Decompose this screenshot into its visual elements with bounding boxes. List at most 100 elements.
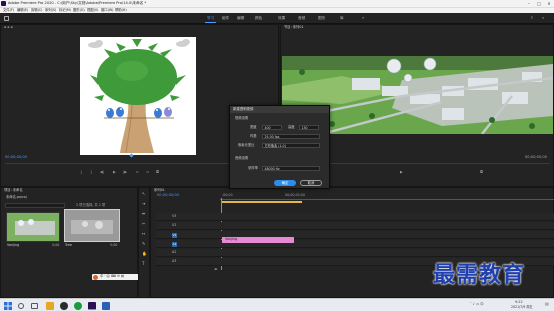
menu-view[interactable]: 视图(V) xyxy=(87,8,98,12)
audio-settings-heading: 音频设置 xyxy=(235,156,249,160)
camera-icon[interactable]: ◘ xyxy=(156,170,159,175)
sample-rate-select[interactable]: 48000 Hz xyxy=(262,166,320,171)
menu-file[interactable]: 文件(F) xyxy=(3,8,14,12)
sample-rate-label: 采样率 xyxy=(248,166,258,170)
timeline-timecode[interactable]: 00;00;00;00 xyxy=(157,193,179,198)
ripple-tool-icon[interactable]: ⇹ xyxy=(142,212,145,216)
browser-icon[interactable] xyxy=(74,301,82,310)
search-icon[interactable]: ⌕ xyxy=(542,16,544,20)
menu-edit[interactable]: 编辑(E) xyxy=(17,8,28,12)
project-clip-thumbnail[interactable] xyxy=(6,212,60,242)
timeline-clip[interactable]: Vanjing xyxy=(222,237,294,243)
timeline-ruler-start: ;00;00 xyxy=(222,193,233,197)
cancel-button[interactable]: 取消 xyxy=(300,180,322,186)
tab-color[interactable]: 颜色 xyxy=(255,16,262,21)
ime-toolbar-icons[interactable]: 中 ⁾ ☺ ⌨ ✉ ▤ xyxy=(100,274,124,278)
project-clip-name-selected: Tree xyxy=(65,243,72,247)
notification-icon[interactable]: ▤ xyxy=(545,302,549,306)
program-monitor-header: 节目: 序列01 xyxy=(284,25,304,30)
razor-tool-icon[interactable]: ✂ xyxy=(142,222,145,226)
track-label: V2 xyxy=(172,223,177,227)
project-panel-header: 项目: 未命名 xyxy=(4,188,23,193)
share-icon[interactable]: ⇧ xyxy=(530,16,533,20)
tab-assembly[interactable]: 组件 xyxy=(222,16,229,21)
tab-editing[interactable]: 编辑 xyxy=(237,16,244,21)
insert-icon[interactable]: ⊏ xyxy=(136,170,139,175)
windows-start-icon[interactable] xyxy=(4,301,12,310)
tab-graphics[interactable]: 图形 xyxy=(318,16,325,21)
track-target-a1[interactable]: A1 xyxy=(172,241,177,247)
type-tool-icon[interactable]: T xyxy=(142,262,144,266)
track-v2: V2 xyxy=(156,222,554,230)
track-a1: A1 xyxy=(156,240,554,248)
width-label: 宽度 xyxy=(250,125,257,129)
width-field[interactable]: 400 xyxy=(262,125,282,130)
pen-tool-icon[interactable]: ✎ xyxy=(142,242,145,246)
timeline-clip-label: Vanjing xyxy=(225,237,238,242)
program-duration: 00;00;05;00 xyxy=(525,155,547,159)
menu-clip[interactable]: 剪辑(C) xyxy=(31,8,42,12)
step-back-icon[interactable]: ◀| xyxy=(100,170,104,175)
timeline-ruler[interactable] xyxy=(220,199,554,200)
tab-effects[interactable]: 效果 xyxy=(278,16,285,21)
task-view-icon[interactable] xyxy=(31,302,38,309)
tab-audio[interactable]: 音频 xyxy=(298,16,305,21)
project-clip-name: Vanjing xyxy=(7,243,20,247)
step-forward-icon[interactable]: |▶ xyxy=(123,170,127,175)
track-label: A3 xyxy=(172,259,177,263)
menu-sequence[interactable]: 序列(S) xyxy=(45,8,56,12)
premiere-taskbar-icon[interactable] xyxy=(88,301,96,310)
menu-marker[interactable]: 标记(M) xyxy=(59,8,71,12)
maximize-button[interactable]: □ xyxy=(534,0,544,7)
minimize-button[interactable]: – xyxy=(524,0,534,7)
track-select-tool-icon[interactable]: ⇥ xyxy=(142,202,145,206)
menu-graphics[interactable]: 图形(G) xyxy=(73,8,85,12)
menu-window[interactable]: 窗口(W) xyxy=(101,8,113,12)
source-timecode[interactable]: 00;00;00;00 xyxy=(5,155,27,160)
mark-in-icon[interactable]: { xyxy=(80,170,82,175)
system-tray-icons[interactable]: ˄ ♪ ▭ 中 xyxy=(470,302,484,306)
project-search-input[interactable] xyxy=(5,203,65,208)
windows-taskbar: ˄ ♪ ▭ 中 9:22 2021/7/9 周五 ▤ xyxy=(0,298,554,311)
timeline-zoom-handle[interactable]: ◂▸ xyxy=(214,267,218,272)
timebase-label: 时基 xyxy=(250,134,257,138)
track-a2: A2 xyxy=(156,249,554,257)
slip-tool-icon[interactable]: ↔ xyxy=(142,232,145,236)
file-explorer-icon[interactable] xyxy=(46,301,54,310)
tools-panel: ↖ ⇥ ⇹ ✂ ↔ ✎ ✋ T xyxy=(138,187,150,298)
new-transparent-video-dialog: 新建透明视频 视频设置 宽度 400 高度 130 时基 25.00 fps 像… xyxy=(229,105,330,189)
tab-libraries[interactable]: 库 xyxy=(340,16,344,21)
track-v3: V3 xyxy=(156,213,554,221)
obs-icon[interactable] xyxy=(60,301,68,310)
clock-date[interactable]: 2021/7/9 周五 xyxy=(511,305,533,309)
menu-help[interactable]: 帮助(H) xyxy=(115,8,127,12)
work-area-bar[interactable] xyxy=(222,201,302,203)
project-clip-thumbnail-selected[interactable] xyxy=(64,209,120,242)
pixel-aspect-select[interactable]: 方形像素 (1.0) xyxy=(262,143,320,148)
height-field[interactable]: 130 xyxy=(299,125,319,130)
ok-button[interactable]: 确定 xyxy=(274,180,296,186)
program-play-icon[interactable]: ▶ xyxy=(400,170,403,175)
timeline-header: 序列01 xyxy=(154,188,165,193)
ime-logo-icon[interactable] xyxy=(93,274,98,280)
mark-out-icon[interactable]: } xyxy=(90,170,92,175)
more-workspaces-icon[interactable]: » xyxy=(362,16,364,20)
tree-illustration xyxy=(88,39,190,154)
close-button[interactable]: ✕ xyxy=(544,0,554,7)
timebase-select[interactable]: 25.00 fps xyxy=(262,134,320,139)
word-icon[interactable] xyxy=(102,301,110,310)
overwrite-icon[interactable]: ⊐ xyxy=(146,170,149,175)
tab-learning[interactable]: 学习 xyxy=(204,16,217,23)
project-clip-duration-selected: 5;00 xyxy=(110,243,118,247)
home-icon[interactable] xyxy=(4,16,9,21)
taskbar-search-icon[interactable] xyxy=(18,302,24,309)
track-target-v1[interactable]: V1 xyxy=(172,232,177,238)
hand-tool-icon[interactable]: ✋ xyxy=(142,252,147,256)
program-export-frame-icon[interactable]: ◘ xyxy=(480,170,483,175)
window-title: Adobe Premiere Pro 2020 - C:\用户\Sky\文档\A… xyxy=(8,0,147,5)
project-clip-duration: 5;00 xyxy=(52,243,60,247)
clock-time[interactable]: 9:22 xyxy=(515,300,523,304)
selection-tool-icon[interactable]: ↖ xyxy=(142,192,145,196)
play-icon[interactable]: ▶ xyxy=(113,170,116,175)
timeline-ruler-end: 00;00;05;00 xyxy=(285,193,306,197)
